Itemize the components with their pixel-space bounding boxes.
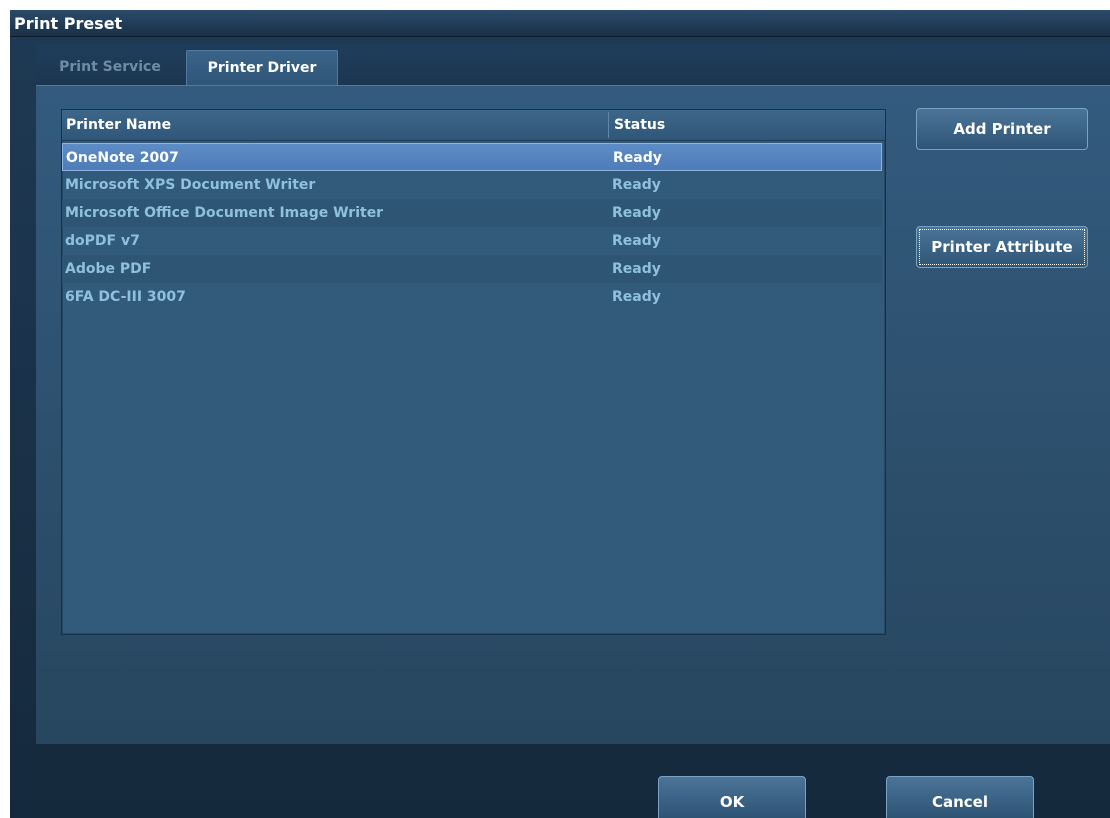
printer-status: Ready (612, 289, 661, 305)
column-header-status[interactable]: Status (614, 110, 665, 140)
printer-name: Microsoft Office Document Image Writer (65, 205, 384, 221)
ok-button[interactable]: OK (658, 776, 806, 818)
printer-status: Ready (612, 177, 661, 193)
printer-status: Ready (612, 233, 661, 249)
printer-name: 6FA DC-III 3007 (65, 289, 186, 305)
window-title: Print Preset (10, 10, 1110, 37)
printer-driver-panel: Printer Name Status OneNote 2007 Ready M… (36, 85, 1110, 744)
printer-name: Microsoft XPS Document Writer (65, 177, 316, 193)
add-printer-button[interactable]: Add Printer (916, 108, 1088, 150)
tab-printer-driver[interactable]: Printer Driver (186, 50, 338, 86)
printer-name: OneNote 2007 (66, 150, 179, 166)
printer-row-6fa-dc-iii[interactable]: 6FA DC-III 3007 Ready (62, 283, 882, 311)
printer-attribute-button[interactable]: Printer Attribute (916, 226, 1088, 268)
column-separator[interactable] (608, 112, 609, 138)
printer-row-microsoft-office-image-writer[interactable]: Microsoft Office Document Image Writer R… (62, 199, 882, 227)
printer-name: Adobe PDF (65, 261, 152, 277)
tab-print-service[interactable]: Print Service (36, 50, 184, 86)
printer-status: Ready (612, 205, 661, 221)
list-header: Printer Name Status (62, 110, 885, 141)
printer-name: doPDF v7 (65, 233, 140, 249)
printer-row-microsoft-xps[interactable]: Microsoft XPS Document Writer Ready (62, 171, 882, 199)
printer-row-onenote-2007[interactable]: OneNote 2007 Ready (62, 143, 882, 171)
printer-list[interactable]: Printer Name Status OneNote 2007 Ready M… (61, 109, 886, 635)
column-header-printer-name[interactable]: Printer Name (66, 110, 171, 140)
printer-row-adobe-pdf[interactable]: Adobe PDF Ready (62, 255, 882, 283)
tab-bar: Print Service Printer Driver (36, 44, 1110, 86)
printer-status: Ready (613, 150, 662, 166)
printer-status: Ready (612, 261, 661, 277)
printer-row-dopdf[interactable]: doPDF v7 Ready (62, 227, 882, 255)
cancel-button[interactable]: Cancel (886, 776, 1034, 818)
horizontal-scrollbar[interactable] (62, 634, 885, 635)
print-preset-window: Print Preset Print Service Printer Drive… (10, 10, 1110, 818)
